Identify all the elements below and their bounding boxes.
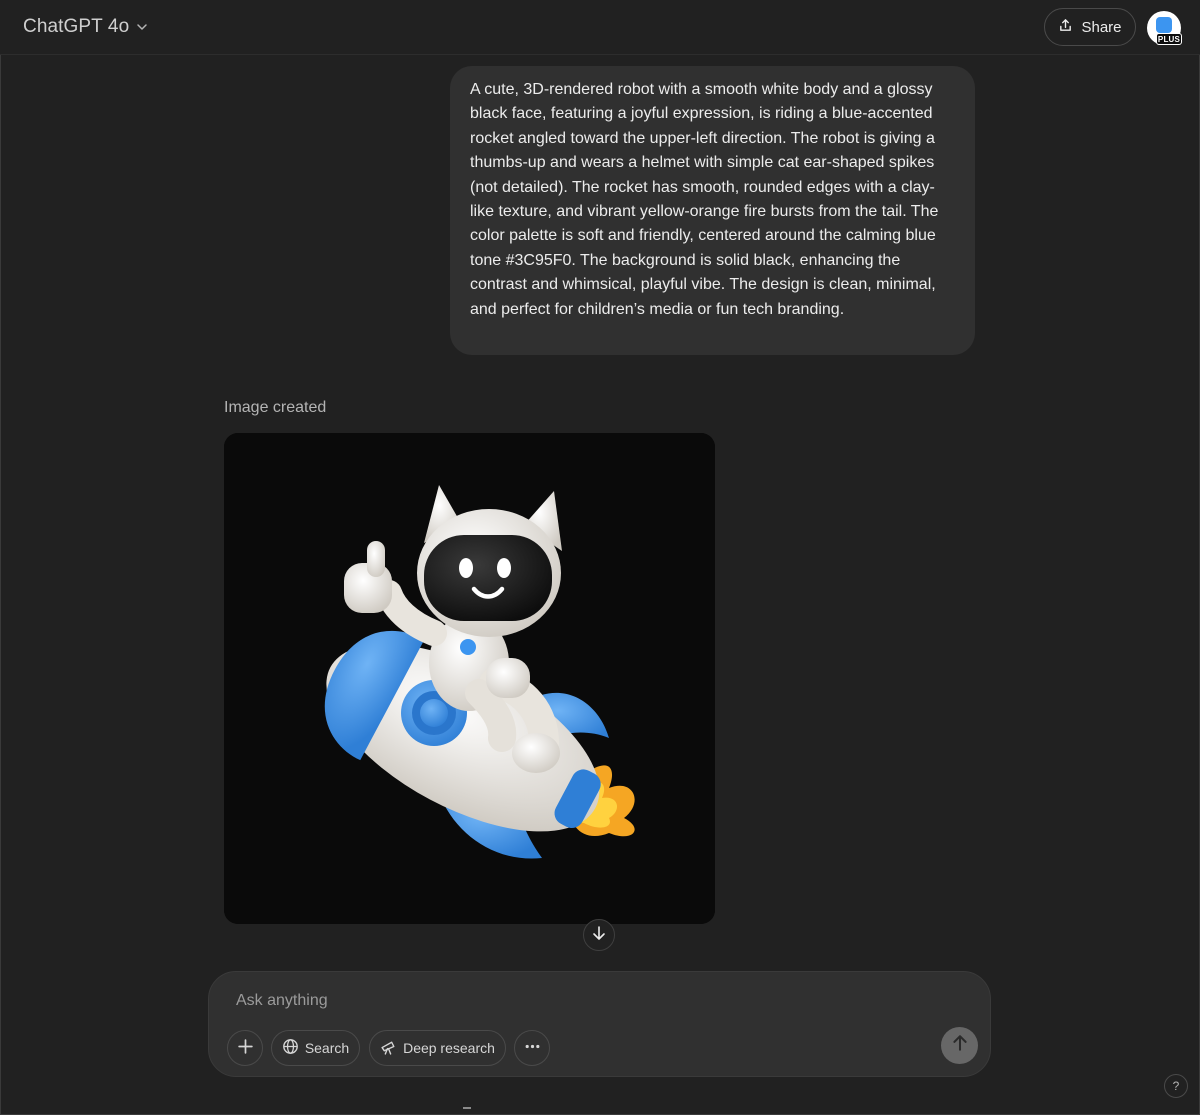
send-arrow-icon xyxy=(951,1034,969,1057)
top-bar: ChatGPT 4o Share PLUS xyxy=(0,0,1200,55)
attach-button[interactable] xyxy=(227,1030,263,1066)
image-created-label: Image created xyxy=(224,399,327,416)
avatar-logo-icon xyxy=(1156,17,1172,33)
help-button[interactable]: ? xyxy=(1164,1074,1188,1098)
globe-icon xyxy=(282,1038,299,1058)
plus-badge: PLUS xyxy=(1156,33,1182,45)
deep-research-button[interactable]: Deep research xyxy=(369,1030,506,1066)
share-button[interactable]: Share xyxy=(1044,8,1136,46)
robot-rocket-illustration xyxy=(224,433,715,924)
model-label: ChatGPT 4o xyxy=(23,16,130,37)
telescope-icon xyxy=(380,1038,397,1058)
composer: Search Deep research xyxy=(208,971,991,1077)
user-avatar[interactable]: PLUS xyxy=(1147,11,1182,45)
deep-research-label: Deep research xyxy=(403,1040,495,1056)
scroll-down-button[interactable] xyxy=(583,919,615,951)
generated-image[interactable] xyxy=(224,433,715,924)
more-dots-icon xyxy=(524,1038,541,1058)
share-upload-icon xyxy=(1058,18,1073,37)
send-button[interactable] xyxy=(941,1027,978,1064)
bottom-handle xyxy=(463,1107,471,1109)
prompt-input[interactable] xyxy=(236,987,876,1015)
share-label: Share xyxy=(1081,18,1122,36)
arrow-down-icon xyxy=(591,925,607,946)
chevron-down-icon xyxy=(135,20,149,34)
plus-icon xyxy=(237,1038,254,1058)
model-selector[interactable]: ChatGPT 4o xyxy=(14,9,158,45)
user-message: A cute, 3D-rendered robot with a smooth … xyxy=(450,66,975,355)
more-tools-button[interactable] xyxy=(514,1030,550,1066)
search-label: Search xyxy=(304,1040,350,1056)
search-button[interactable]: Search xyxy=(271,1030,360,1066)
